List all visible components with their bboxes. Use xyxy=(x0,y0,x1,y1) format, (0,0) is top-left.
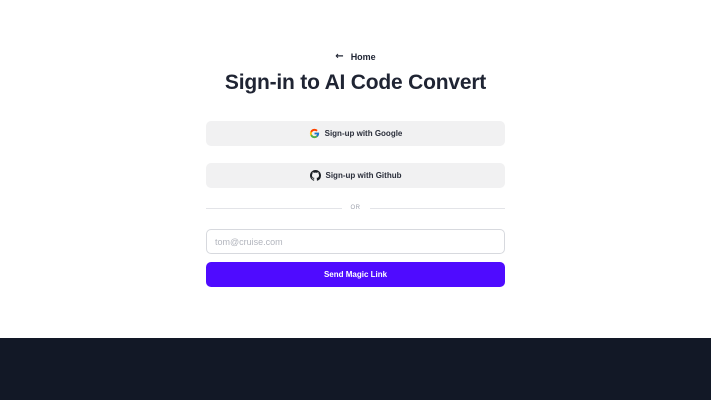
email-input[interactable] xyxy=(206,229,505,254)
google-icon xyxy=(309,128,320,139)
send-magic-link-button[interactable]: Send Magic Link xyxy=(206,262,505,287)
or-divider: OR xyxy=(206,203,505,213)
page-title: Sign-in to AI Code Convert xyxy=(224,71,487,94)
divider-line-left xyxy=(206,207,342,209)
sign-in-page: ← Home Sign-in to AI Code Convert Sign-u… xyxy=(0,0,711,400)
footer xyxy=(0,338,711,400)
github-signup-button[interactable]: Sign-up with Github xyxy=(206,163,505,188)
home-link-label: Home xyxy=(350,52,376,62)
github-signup-label: Sign-up with Github xyxy=(325,171,402,180)
arrow-left-icon: ← xyxy=(335,51,344,62)
divider-line-right xyxy=(369,207,505,209)
github-icon xyxy=(309,170,321,181)
divider-label: OR xyxy=(350,205,361,211)
google-signup-button[interactable]: Sign-up with Google xyxy=(206,121,505,146)
home-link[interactable]: ← Home xyxy=(0,51,711,63)
google-signup-label: Sign-up with Google xyxy=(324,129,403,138)
